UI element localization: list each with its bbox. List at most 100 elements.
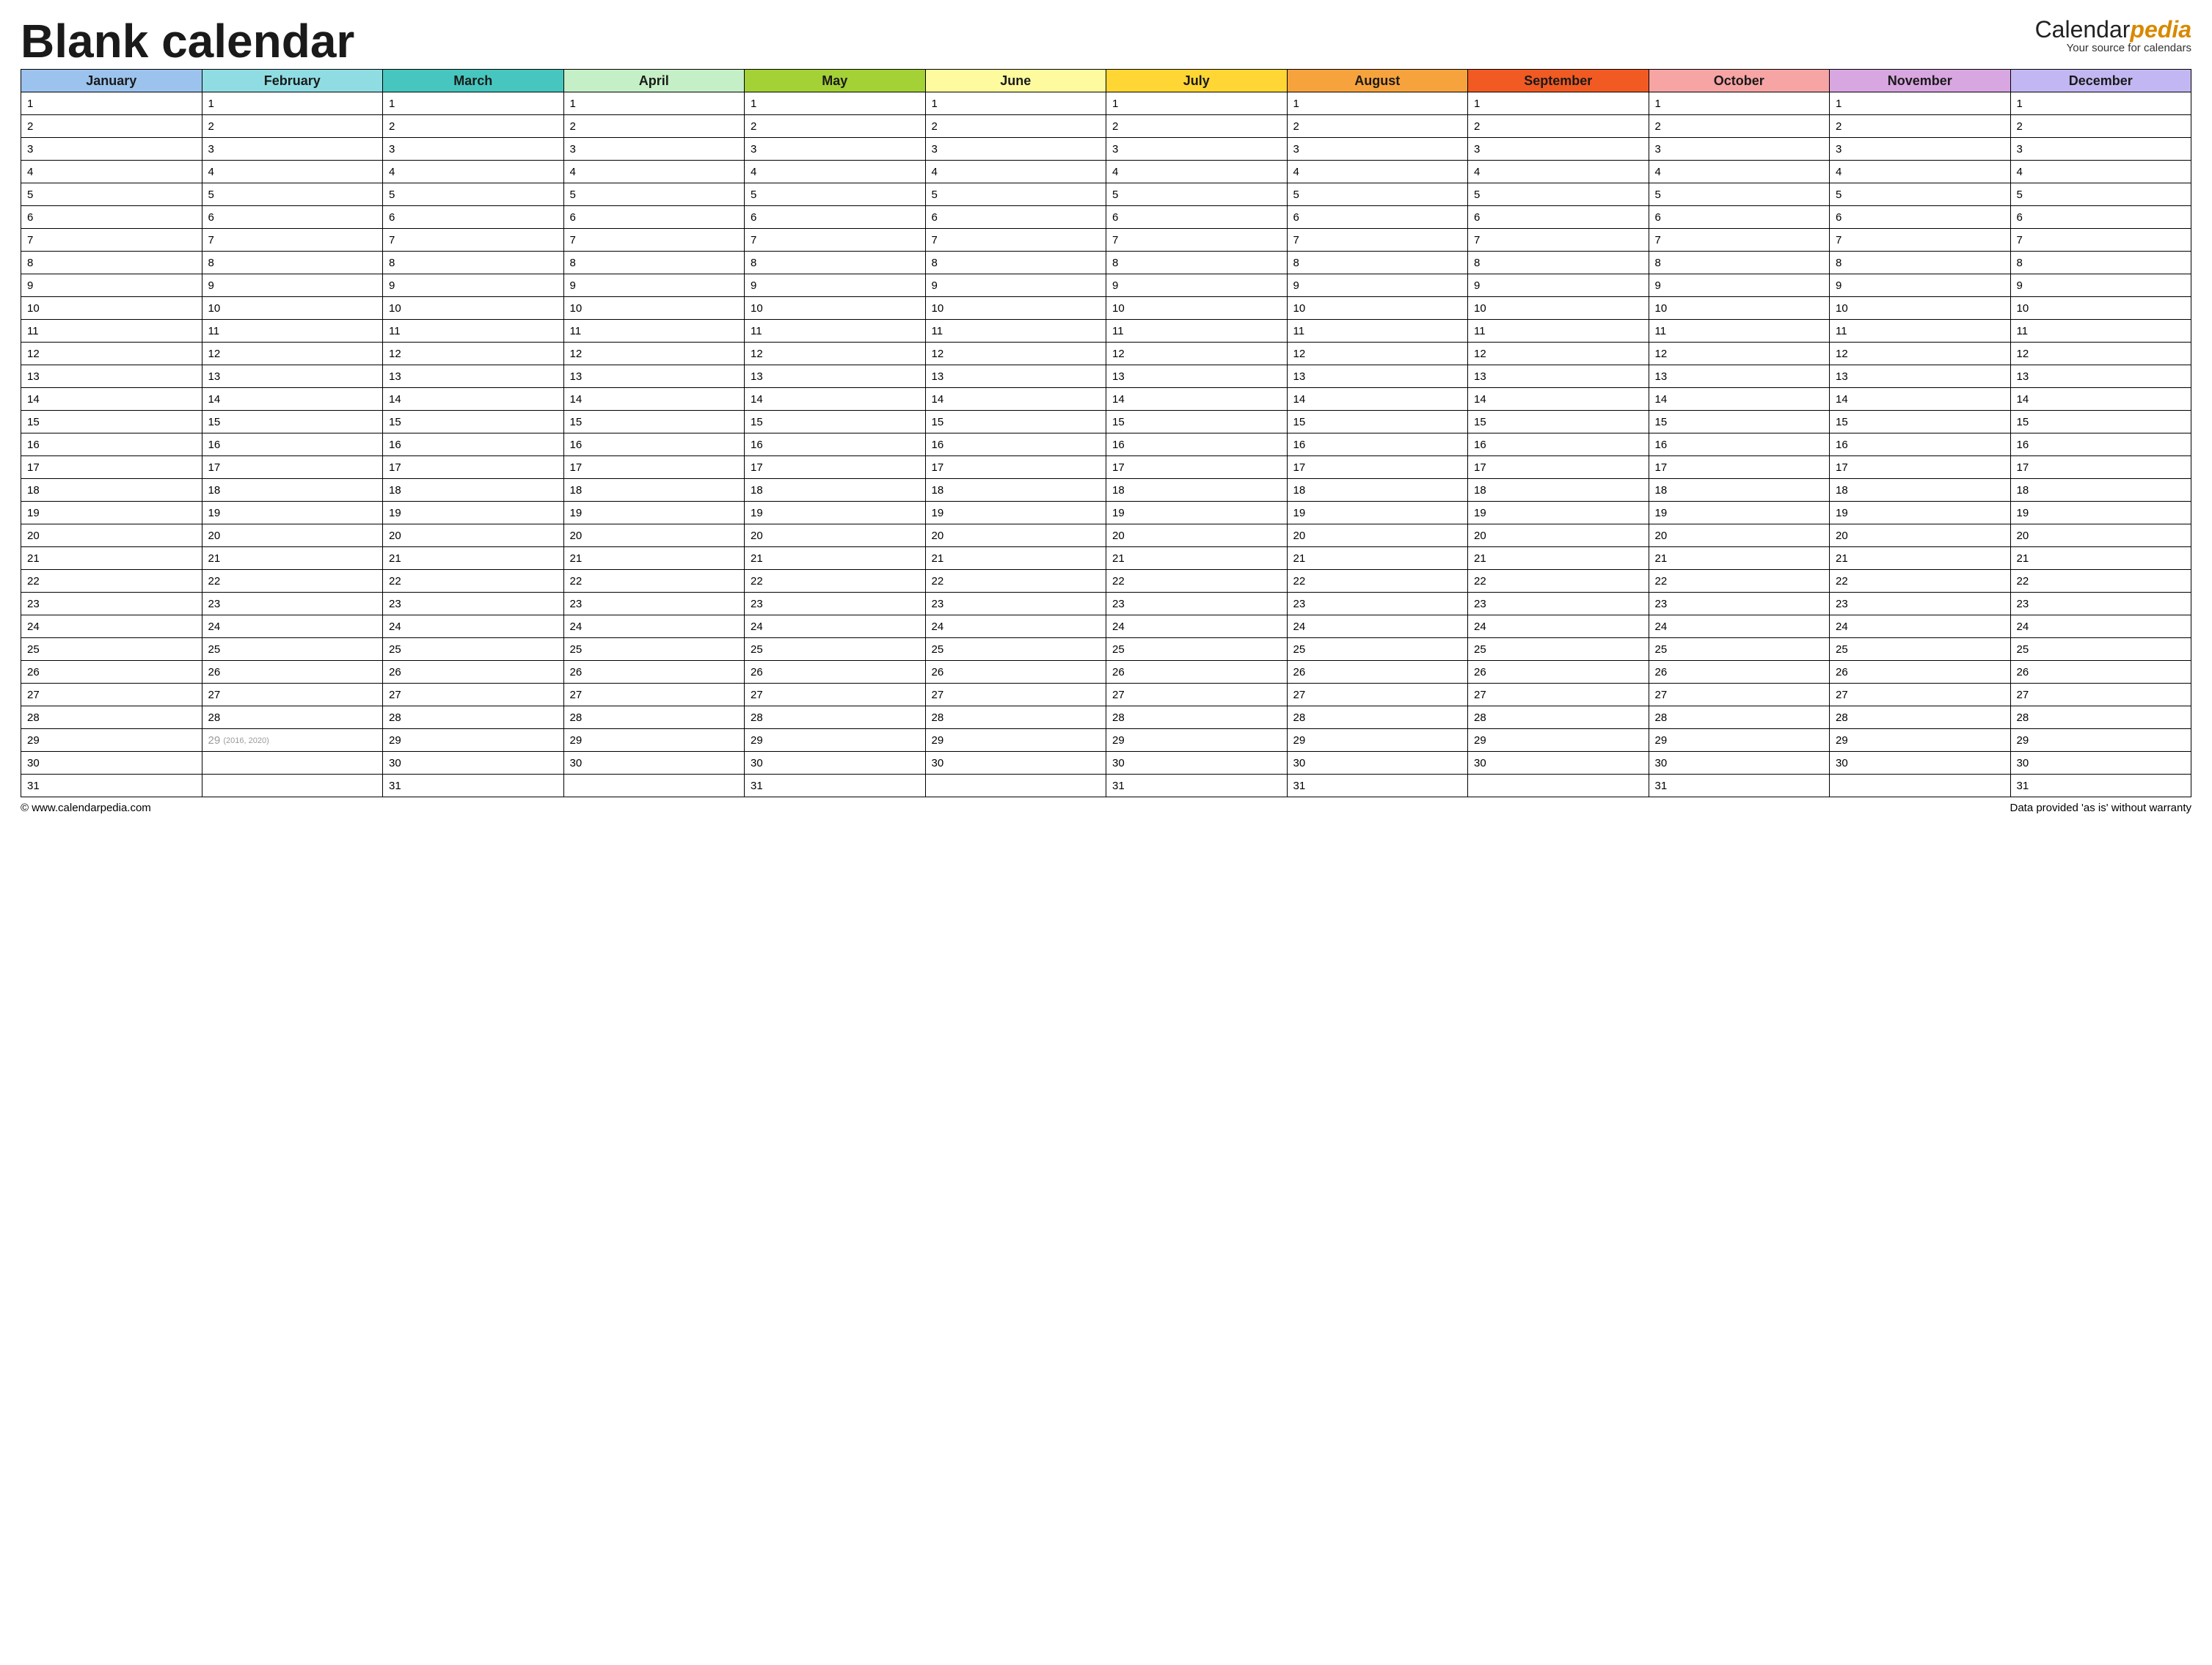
day-cell: 23 [925, 593, 1106, 615]
day-cell: 25 [563, 638, 745, 661]
day-cell: 23 [1468, 593, 1649, 615]
day-row: 333333333333 [21, 138, 2191, 161]
day-cell: 11 [21, 320, 202, 343]
day-cell: 9 [1649, 274, 1830, 297]
day-cell: 11 [1106, 320, 1288, 343]
day-cell: 10 [925, 297, 1106, 320]
day-cell: 24 [1468, 615, 1649, 638]
day-cell: 28 [21, 706, 202, 729]
day-cell: 21 [925, 547, 1106, 570]
day-cell: 31 [745, 775, 926, 797]
day-cell: 28 [2010, 706, 2191, 729]
day-cell: 27 [1649, 684, 1830, 706]
day-cell: 2 [745, 115, 926, 138]
day-cell: 13 [1649, 365, 1830, 388]
day-cell: 14 [1287, 388, 1468, 411]
day-cell: 12 [1287, 343, 1468, 365]
header: Blank calendar Calendarpedia Your source… [21, 18, 2191, 65]
day-cell: 27 [202, 684, 383, 706]
day-row: 222222222222 [21, 115, 2191, 138]
day-cell: 17 [383, 456, 564, 479]
day-cell: 1 [925, 92, 1106, 115]
day-cell: 24 [202, 615, 383, 638]
day-cell [925, 775, 1106, 797]
day-cell: 18 [1468, 479, 1649, 502]
day-cell: 23 [745, 593, 926, 615]
day-cell: 6 [383, 206, 564, 229]
day-cell: 7 [563, 229, 745, 252]
day-cell: 18 [563, 479, 745, 502]
day-cell: 14 [1649, 388, 1830, 411]
day-cell: 8 [1830, 252, 2011, 274]
day-row: 171717171717171717171717 [21, 456, 2191, 479]
day-cell: 5 [745, 183, 926, 206]
day-cell: 30 [1649, 752, 1830, 775]
day-cell: 6 [1106, 206, 1288, 229]
day-cell: 16 [563, 433, 745, 456]
day-cell: 26 [563, 661, 745, 684]
day-cell: 10 [383, 297, 564, 320]
day-cell: 11 [745, 320, 926, 343]
day-cell: 8 [21, 252, 202, 274]
day-cell: 21 [1287, 547, 1468, 570]
day-cell [1468, 775, 1649, 797]
day-cell: 26 [1649, 661, 1830, 684]
day-cell: 14 [21, 388, 202, 411]
day-cell: 22 [1468, 570, 1649, 593]
day-row: 111111111111 [21, 92, 2191, 115]
day-cell: 27 [1106, 684, 1288, 706]
day-cell: 16 [1468, 433, 1649, 456]
day-cell: 4 [1830, 161, 2011, 183]
day-cell: 1 [21, 92, 202, 115]
day-cell: 3 [1287, 138, 1468, 161]
day-cell: 8 [202, 252, 383, 274]
leap-day-number: 29 [208, 734, 224, 747]
day-cell: 29 [1106, 729, 1288, 752]
day-cell: 10 [1468, 297, 1649, 320]
day-cell: 25 [1649, 638, 1830, 661]
day-cell: 13 [1468, 365, 1649, 388]
day-cell: 14 [925, 388, 1106, 411]
day-cell: 10 [1830, 297, 2011, 320]
day-cell: 3 [1830, 138, 2011, 161]
day-cell: 22 [202, 570, 383, 593]
day-cell: 23 [383, 593, 564, 615]
day-cell: 26 [202, 661, 383, 684]
day-cell: 18 [202, 479, 383, 502]
day-cell: 19 [383, 502, 564, 524]
day-cell: 17 [1468, 456, 1649, 479]
day-cell: 4 [745, 161, 926, 183]
day-row: 31313131313131 [21, 775, 2191, 797]
day-cell: 12 [925, 343, 1106, 365]
day-row: 666666666666 [21, 206, 2191, 229]
day-cell: 3 [383, 138, 564, 161]
day-cell: 22 [925, 570, 1106, 593]
day-cell: 12 [21, 343, 202, 365]
day-cell: 7 [2010, 229, 2191, 252]
day-row: 111111111111111111111111 [21, 320, 2191, 343]
day-cell: 28 [1649, 706, 1830, 729]
day-cell: 4 [925, 161, 1106, 183]
day-cell: 16 [1830, 433, 2011, 456]
day-cell: 7 [1830, 229, 2011, 252]
day-cell: 3 [2010, 138, 2191, 161]
day-cell: 7 [21, 229, 202, 252]
day-cell: 17 [1830, 456, 2011, 479]
day-row: 131313131313131313131313 [21, 365, 2191, 388]
day-cell: 18 [745, 479, 926, 502]
day-cell: 10 [202, 297, 383, 320]
day-cell: 21 [1468, 547, 1649, 570]
day-cell: 6 [563, 206, 745, 229]
day-cell: 26 [2010, 661, 2191, 684]
day-cell: 19 [745, 502, 926, 524]
day-cell: 13 [21, 365, 202, 388]
day-cell: 21 [21, 547, 202, 570]
day-cell: 1 [745, 92, 926, 115]
day-row: 2929 (2016, 2020)29292929292929292929 [21, 729, 2191, 752]
day-cell: 29 [1468, 729, 1649, 752]
day-row: 262626262626262626262626 [21, 661, 2191, 684]
day-cell [202, 752, 383, 775]
day-cell: 12 [1649, 343, 1830, 365]
day-cell: 20 [202, 524, 383, 547]
day-cell: 1 [1468, 92, 1649, 115]
